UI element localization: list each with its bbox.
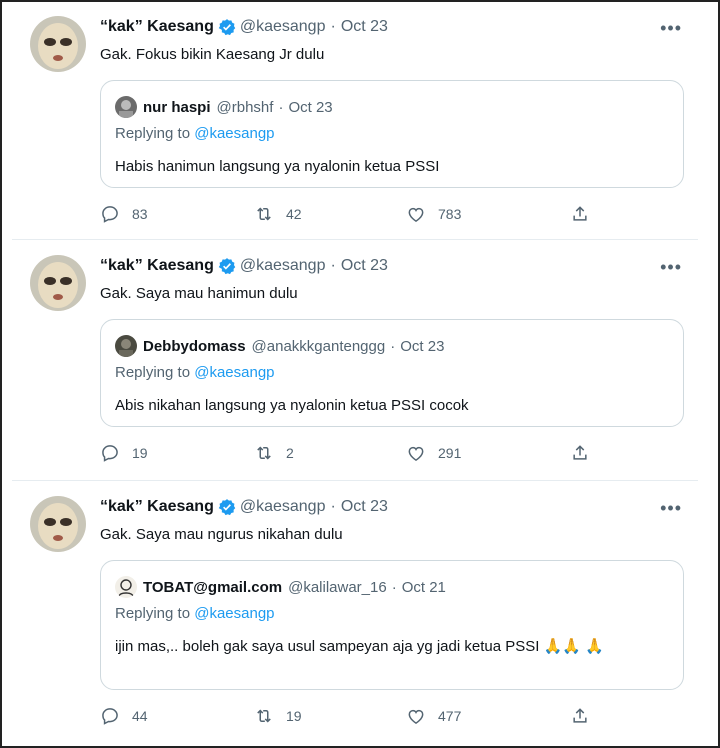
retweet-count: 19 — [286, 708, 302, 724]
quoted-author-handle: @kalilawar_16 — [288, 578, 387, 596]
quoted-author-handle: @anakkkgantenggg — [251, 337, 386, 355]
quoted-date: Oct 23 — [288, 98, 333, 116]
more-icon[interactable]: ••• — [660, 257, 682, 278]
author-name[interactable]: “kak” Kaesang — [100, 257, 214, 275]
replying-to: Replying to @kaesangp — [115, 364, 275, 381]
retweet-icon — [257, 207, 271, 221]
quoted-tweet[interactable]: Debbydomass @anakkkgantenggg · Oct 23 Re… — [100, 319, 684, 427]
tweet-actions: 44 19 477 — [100, 706, 600, 730]
like-count: 477 — [438, 708, 462, 724]
verified-badge-icon — [218, 498, 236, 516]
like-button[interactable]: 291 — [406, 443, 461, 463]
reply-button[interactable]: 44 — [100, 706, 148, 726]
quoted-tweet[interactable]: nur haspi @rbhshf · Oct 23 Replying to @… — [100, 80, 684, 188]
separator-dot: · — [391, 578, 397, 596]
replying-to-label: Replying to — [115, 605, 191, 622]
quoted-date: Oct 21 — [401, 578, 446, 596]
reply-count: 19 — [132, 445, 148, 461]
quoted-text: ijin mas,.. boleh gak saya usul sampeyan… — [115, 638, 604, 655]
heart-icon — [408, 446, 424, 461]
author-handle[interactable]: @kaesangp — [240, 498, 326, 516]
reply-icon — [102, 708, 118, 725]
quoted-author-name: nur haspi — [143, 98, 211, 116]
tweet-date[interactable]: Oct 23 — [341, 18, 388, 36]
avatar[interactable] — [30, 255, 86, 311]
quoted-author-name: Debbydomass — [143, 337, 246, 355]
replying-to-mention[interactable]: @kaesangp — [194, 364, 274, 381]
tweet-header: “kak” Kaesang @kaesangp · Oct 23 — [100, 257, 388, 275]
reply-button[interactable]: 19 — [100, 443, 148, 463]
reply-icon — [102, 445, 118, 462]
retweet-button[interactable]: 19 — [254, 706, 302, 726]
quoted-tweet[interactable]: TOBAT@gmail.com @kalilawar_16 · Oct 21 R… — [100, 560, 684, 690]
share-icon — [573, 206, 587, 221]
retweet-button[interactable]: 42 — [254, 204, 302, 224]
like-button[interactable]: 477 — [406, 706, 461, 726]
tweet-text: Gak. Saya mau ngurus nikahan dulu — [100, 526, 343, 543]
share-button[interactable] — [570, 443, 602, 463]
share-icon — [573, 445, 587, 460]
more-icon[interactable]: ••• — [660, 498, 682, 519]
replying-to: Replying to @kaesangp — [115, 605, 275, 622]
separator-dot: · — [278, 98, 284, 116]
tweet[interactable]: “kak” Kaesang @kaesangp · Oct 23 ••• Gak… — [12, 2, 698, 240]
like-count: 291 — [438, 445, 462, 461]
tweet-text: Gak. Fokus bikin Kaesang Jr dulu — [100, 46, 325, 63]
avatar[interactable] — [30, 16, 86, 72]
retweet-count: 42 — [286, 206, 302, 222]
separator-dot: · — [330, 498, 336, 515]
author-name[interactable]: “kak” Kaesang — [100, 18, 214, 36]
verified-badge-icon — [218, 18, 236, 36]
heart-icon — [408, 207, 424, 222]
tweet-date[interactable]: Oct 23 — [341, 498, 388, 516]
retweet-icon — [257, 709, 271, 723]
tweet[interactable]: “kak” Kaesang @kaesangp · Oct 23 ••• Gak… — [12, 241, 698, 481]
reply-button[interactable]: 83 — [100, 204, 148, 224]
replying-to-mention[interactable]: @kaesangp — [194, 125, 274, 142]
like-count: 783 — [438, 206, 462, 222]
retweet-icon — [257, 446, 271, 460]
replying-to-mention[interactable]: @kaesangp — [194, 605, 274, 622]
quoted-avatar — [115, 576, 137, 598]
quoted-tweet-header: TOBAT@gmail.com @kalilawar_16 · Oct 21 — [115, 576, 446, 598]
quoted-author-name: TOBAT@gmail.com — [143, 578, 283, 596]
tweet-actions: 19 2 291 — [100, 443, 600, 467]
quoted-tweet-header: nur haspi @rbhshf · Oct 23 — [115, 96, 333, 118]
verified-badge-icon — [218, 257, 236, 275]
tweet[interactable]: “kak” Kaesang @kaesangp · Oct 23 ••• Gak… — [12, 482, 698, 746]
tweet-date[interactable]: Oct 23 — [341, 257, 388, 275]
quoted-text: Abis nikahan langsung ya nyalonin ketua … — [115, 397, 469, 414]
share-button[interactable] — [570, 706, 602, 726]
replying-to-label: Replying to — [115, 125, 191, 142]
quoted-author-handle: @rbhshf — [216, 98, 274, 116]
quoted-text: Habis hanimun langsung ya nyalonin ketua… — [115, 158, 440, 175]
replying-to: Replying to @kaesangp — [115, 125, 275, 142]
quoted-avatar — [115, 96, 137, 118]
author-handle[interactable]: @kaesangp — [240, 18, 326, 36]
heart-icon — [408, 709, 424, 724]
like-button[interactable]: 783 — [406, 204, 461, 224]
author-handle[interactable]: @kaesangp — [240, 257, 326, 275]
retweet-button[interactable]: 2 — [254, 443, 294, 463]
retweet-count: 2 — [286, 445, 294, 461]
tweet-header: “kak” Kaesang @kaesangp · Oct 23 — [100, 18, 388, 36]
replying-to-label: Replying to — [115, 364, 191, 381]
quoted-tweet-header: Debbydomass @anakkkgantenggg · Oct 23 — [115, 335, 444, 357]
tweet-actions: 83 42 783 — [100, 204, 600, 228]
separator-dot: · — [330, 18, 336, 35]
reply-count: 83 — [132, 206, 148, 222]
tweet-header: “kak” Kaesang @kaesangp · Oct 23 — [100, 498, 388, 516]
share-icon — [573, 708, 587, 723]
more-icon[interactable]: ••• — [660, 18, 682, 39]
author-name[interactable]: “kak” Kaesang — [100, 498, 214, 516]
quoted-date: Oct 23 — [400, 337, 445, 355]
reply-icon — [102, 206, 118, 223]
separator-dot: · — [330, 257, 336, 274]
avatar[interactable] — [30, 496, 86, 552]
quoted-avatar — [115, 335, 137, 357]
reply-count: 44 — [132, 708, 148, 724]
share-button[interactable] — [570, 204, 602, 224]
tweet-text: Gak. Saya mau hanimun dulu — [100, 285, 298, 302]
separator-dot: · — [390, 337, 396, 355]
